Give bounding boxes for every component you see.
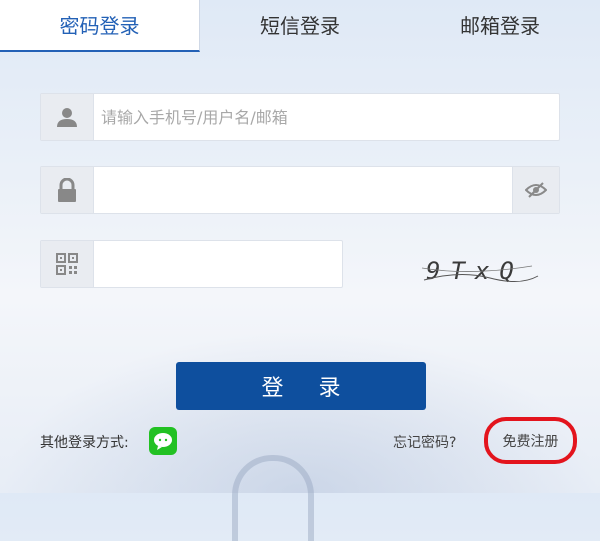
tab-password-login[interactable]: 密码登录 [0,0,200,52]
background-arch [232,455,314,541]
tab-sms-login[interactable]: 短信登录 [200,0,400,52]
tab-email-login[interactable]: 邮箱登录 [400,0,600,52]
password-field [40,166,560,214]
password-input[interactable] [101,167,501,213]
login-button[interactable]: 登 录 [176,362,426,410]
lock-icon [41,167,94,213]
captcha-input[interactable] [101,241,336,287]
account-input[interactable] [101,94,551,140]
wechat-icon[interactable] [149,427,177,455]
other-login-methods-label: 其他登录方式: [40,435,129,451]
qrcode-icon [41,241,94,287]
forgot-password-link[interactable]: 忘记密码? [393,432,456,452]
register-link[interactable]: 免费注册 [484,417,577,464]
captcha-field [40,240,343,288]
login-tabs: 密码登录 短信登录 邮箱登录 [0,0,600,52]
register-label: 免费注册 [502,433,559,450]
captcha-text: 9TxQ [426,257,524,285]
eye-icon[interactable] [512,167,559,213]
account-field [40,93,560,141]
captcha-image[interactable]: 9TxQ [420,250,540,290]
user-icon [41,94,94,140]
